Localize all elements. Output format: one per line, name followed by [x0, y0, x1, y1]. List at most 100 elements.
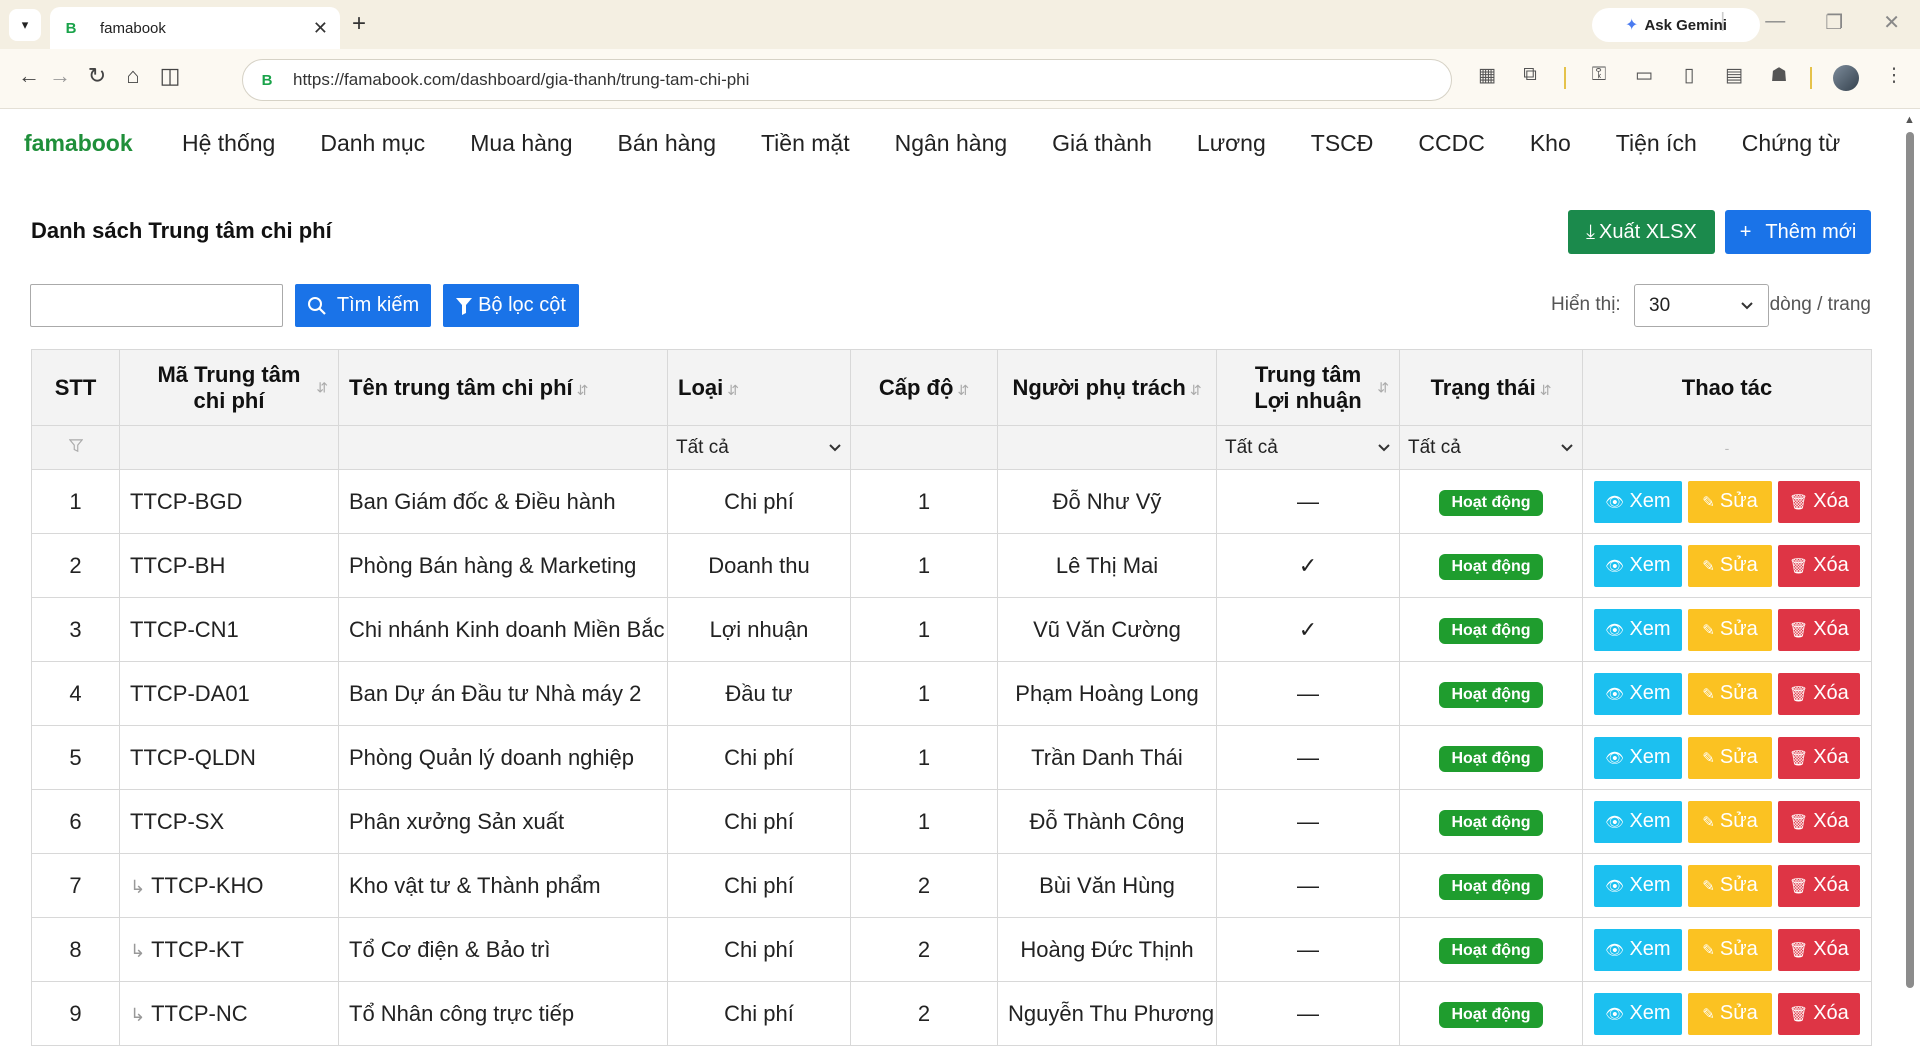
- filter-name-cell[interactable]: [338, 425, 668, 470]
- view-button[interactable]: 👁 Xem: [1594, 672, 1682, 715]
- tab-close-icon[interactable]: ✕: [313, 18, 328, 39]
- extensions-puzzle-icon[interactable]: ⧉: [1516, 64, 1544, 86]
- split-view-icon[interactable]: ◫: [155, 63, 185, 89]
- qr-code-icon[interactable]: ▦: [1473, 64, 1501, 87]
- delete-button[interactable]: 🗑 Xóa: [1778, 736, 1860, 779]
- col-header-profit[interactable]: Trung tâm Lợi nhuận ⇵: [1216, 349, 1400, 426]
- chevron-down-icon: [1741, 301, 1753, 309]
- filter-code-cell[interactable]: [119, 425, 339, 470]
- col-header-status[interactable]: Trạng thái ⇵: [1399, 349, 1583, 426]
- edit-button[interactable]: ✎ Sửa: [1688, 672, 1772, 715]
- view-button[interactable]: 👁 Xem: [1594, 608, 1682, 651]
- sort-icon[interactable]: ⇵: [957, 382, 969, 398]
- column-filter-button[interactable]: Bộ lọc cột: [443, 284, 579, 327]
- edit-button[interactable]: ✎ Sửa: [1688, 800, 1772, 843]
- restore-icon[interactable]: ❐: [1825, 10, 1843, 35]
- page-size-label: Hiển thị:: [1551, 294, 1621, 315]
- filter-level-cell[interactable]: [850, 425, 998, 470]
- menu-item-gia-thanh[interactable]: Giá thành: [1052, 130, 1152, 157]
- col-header-type[interactable]: Loại ⇵: [667, 349, 851, 426]
- view-button[interactable]: 👁 Xem: [1594, 736, 1682, 779]
- scroll-up-arrow-icon[interactable]: ▲: [1904, 114, 1915, 126]
- browser-menu-icon[interactable]: ⋮: [1880, 64, 1908, 87]
- search-input[interactable]: [30, 284, 283, 327]
- browser-tab[interactable]: B famabook ✕: [50, 7, 340, 49]
- delete-button[interactable]: 🗑 Xóa: [1778, 928, 1860, 971]
- menu-item-ccdc[interactable]: CCDC: [1418, 130, 1484, 157]
- search-button[interactable]: Tìm kiếm: [295, 284, 431, 327]
- view-button[interactable]: 👁 Xem: [1594, 928, 1682, 971]
- site-info-icon[interactable]: B: [257, 70, 277, 90]
- view-button[interactable]: 👁 Xem: [1594, 544, 1682, 587]
- reload-icon[interactable]: ↻: [82, 63, 112, 89]
- page-size-select[interactable]: 30: [1634, 284, 1769, 327]
- new-tab-plus-icon[interactable]: +: [352, 10, 366, 38]
- sort-icon[interactable]: ⇵: [1190, 382, 1202, 398]
- scrollbar-thumb[interactable]: [1906, 132, 1914, 988]
- reading-list-icon[interactable]: ▯: [1675, 64, 1703, 87]
- home-icon[interactable]: ⌂: [118, 63, 148, 89]
- tab-list-chevron-icon[interactable]: ▾: [9, 9, 41, 41]
- delete-button[interactable]: 🗑 Xóa: [1778, 800, 1860, 843]
- payment-card-icon[interactable]: ▭: [1630, 64, 1658, 87]
- page-scrollbar[interactable]: ▲: [1900, 110, 1920, 1020]
- col-header-owner[interactable]: Người phụ trách ⇵: [997, 349, 1217, 426]
- filter-type-select[interactable]: Tất cả: [667, 425, 851, 470]
- filter-owner-cell[interactable]: [997, 425, 1217, 470]
- tab-search-icon[interactable]: ▤: [1720, 64, 1748, 87]
- back-arrow-icon[interactable]: ←: [14, 63, 44, 89]
- trash-icon: 🗑: [1789, 877, 1809, 895]
- incognito-icon[interactable]: ☗: [1765, 64, 1793, 87]
- eye-icon: 👁: [1605, 877, 1625, 895]
- menu-item-he-thong[interactable]: Hệ thống: [182, 130, 275, 157]
- view-button[interactable]: 👁 Xem: [1594, 800, 1682, 843]
- profile-avatar[interactable]: [1833, 65, 1859, 91]
- view-button[interactable]: 👁 Xem: [1594, 992, 1682, 1035]
- export-xlsx-button[interactable]: ⤓ Xuất XLSX: [1568, 210, 1715, 254]
- delete-button[interactable]: 🗑 Xóa: [1778, 608, 1860, 651]
- password-key-icon[interactable]: ⚿: [1585, 64, 1613, 86]
- edit-button[interactable]: ✎ Sửa: [1688, 608, 1772, 651]
- sort-icon[interactable]: ⇵: [1540, 382, 1552, 398]
- menu-item-mua-hang[interactable]: Mua hàng: [470, 130, 572, 157]
- sort-icon[interactable]: ⇵: [727, 382, 739, 398]
- filter-profit-select[interactable]: Tất cả: [1216, 425, 1400, 470]
- delete-button[interactable]: 🗑 Xóa: [1778, 480, 1860, 523]
- col-header-code[interactable]: Mã Trung tâm chi phí ⇵: [119, 349, 339, 426]
- delete-button[interactable]: 🗑 Xóa: [1778, 992, 1860, 1035]
- window-close-icon[interactable]: ✕: [1883, 10, 1900, 35]
- edit-button[interactable]: ✎ Sửa: [1688, 480, 1772, 523]
- view-button[interactable]: 👁 Xem: [1594, 864, 1682, 907]
- menu-item-tscd[interactable]: TSCĐ: [1311, 130, 1374, 157]
- col-header-name[interactable]: Tên trung tâm chi phí ⇵: [338, 349, 668, 426]
- cell-profit-center: —: [1216, 853, 1400, 918]
- edit-button[interactable]: ✎ Sửa: [1688, 736, 1772, 779]
- edit-button[interactable]: ✎ Sửa: [1688, 928, 1772, 971]
- edit-button[interactable]: ✎ Sửa: [1688, 544, 1772, 587]
- sort-icon[interactable]: ⇵: [316, 379, 328, 396]
- menu-item-kho[interactable]: Kho: [1530, 130, 1571, 157]
- menu-item-ngan-hang[interactable]: Ngân hàng: [895, 130, 1008, 157]
- edit-button[interactable]: ✎ Sửa: [1688, 864, 1772, 907]
- sort-icon[interactable]: ⇵: [577, 382, 589, 398]
- col-header-level[interactable]: Cấp độ ⇵: [850, 349, 998, 426]
- menu-item-tien-mat[interactable]: Tiền mặt: [761, 130, 850, 157]
- address-bar[interactable]: B https://famabook.com/dashboard/gia-tha…: [242, 59, 1452, 101]
- add-new-button[interactable]: + Thêm mới: [1725, 210, 1871, 254]
- app-logo[interactable]: famabook: [24, 130, 182, 157]
- menu-item-luong[interactable]: Lương: [1197, 130, 1266, 157]
- menu-item-ban-hang[interactable]: Bán hàng: [618, 130, 716, 157]
- edit-button[interactable]: ✎ Sửa: [1688, 992, 1772, 1035]
- menu-item-danh-muc[interactable]: Danh mục: [320, 130, 425, 157]
- minimize-icon[interactable]: —: [1765, 10, 1785, 35]
- delete-button[interactable]: 🗑 Xóa: [1778, 672, 1860, 715]
- menu-item-tien-ich[interactable]: Tiện ích: [1616, 130, 1697, 157]
- view-button[interactable]: 👁 Xem: [1594, 480, 1682, 523]
- sort-icon[interactable]: ⇵: [1377, 379, 1389, 396]
- menu-item-chung-tu[interactable]: Chứng từ: [1742, 130, 1841, 157]
- cell-name: Phân xưởng Sản xuất: [338, 789, 668, 854]
- filter-status-select[interactable]: Tất cả: [1399, 425, 1583, 470]
- forward-arrow-icon[interactable]: →: [45, 63, 75, 89]
- delete-button[interactable]: 🗑 Xóa: [1778, 544, 1860, 587]
- delete-button[interactable]: 🗑 Xóa: [1778, 864, 1860, 907]
